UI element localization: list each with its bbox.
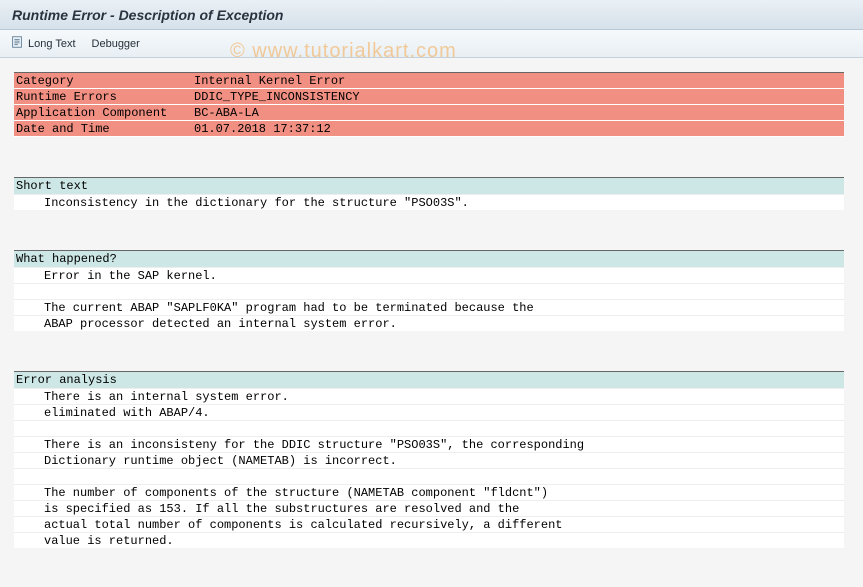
section-line: There is an inconsisteny for the DDIC st… <box>14 436 844 452</box>
section-line: Error in the SAP kernel. <box>14 267 844 283</box>
header-row: CategoryInternal Kernel Error <box>14 73 844 89</box>
section-line: ABAP processor detected an internal syst… <box>14 315 844 331</box>
section-line: Dictionary runtime object (NAMETAB) is i… <box>14 452 844 468</box>
section-line: is specified as 153. If all the substruc… <box>14 500 844 516</box>
section-line: The current ABAP "SAPLF0KA" program had … <box>14 299 844 315</box>
header-row: Runtime ErrorsDDIC_TYPE_INCONSISTENCY <box>14 89 844 105</box>
section-body: Error in the SAP kernel. The current ABAP… <box>14 267 844 331</box>
header-label: Date and Time <box>14 121 194 136</box>
section-line: The number of components of the structur… <box>14 484 844 500</box>
section-line: Inconsistency in the dictionary for the … <box>14 194 844 210</box>
section-line: value is returned. <box>14 532 844 548</box>
debugger-button[interactable]: Debugger <box>92 38 140 50</box>
section-line: eliminated with ABAP/4. <box>14 404 844 420</box>
header-row: Date and Time01.07.2018 17:37:12 <box>14 121 844 137</box>
header-label: Category <box>14 73 194 88</box>
section-line <box>14 283 844 299</box>
section: Short textInconsistency in the dictionar… <box>14 177 844 210</box>
document-icon <box>10 35 24 52</box>
toolbar: Long Text Debugger <box>0 30 863 58</box>
section: Error analysisThere is an internal syste… <box>14 371 844 548</box>
header-value: DDIC_TYPE_INCONSISTENCY <box>194 89 844 104</box>
header-value: BC-ABA-LA <box>194 105 844 120</box>
section-header: What happened? <box>14 251 844 267</box>
header-label: Runtime Errors <box>14 89 194 104</box>
page-title: Runtime Error - Description of Exception <box>12 7 283 23</box>
section-body: Inconsistency in the dictionary for the … <box>14 194 844 210</box>
content-area: CategoryInternal Kernel ErrorRuntime Err… <box>0 58 863 548</box>
header-value: 01.07.2018 17:37:12 <box>194 121 844 136</box>
section-header: Error analysis <box>14 372 844 388</box>
section-line: actual total number of components is cal… <box>14 516 844 532</box>
section-line <box>14 468 844 484</box>
section-line <box>14 420 844 436</box>
section-line: There is an internal system error. <box>14 388 844 404</box>
error-header-table: CategoryInternal Kernel ErrorRuntime Err… <box>14 72 844 137</box>
section-header: Short text <box>14 178 844 194</box>
title-bar: Runtime Error - Description of Exception <box>0 0 863 30</box>
debugger-label: Debugger <box>92 38 140 50</box>
section: What happened?Error in the SAP kernel. Th… <box>14 250 844 331</box>
header-row: Application ComponentBC-ABA-LA <box>14 105 844 121</box>
section-body: There is an internal system error.elimin… <box>14 388 844 548</box>
long-text-label: Long Text <box>28 38 76 50</box>
header-label: Application Component <box>14 105 194 120</box>
header-value: Internal Kernel Error <box>194 73 844 88</box>
long-text-button[interactable]: Long Text <box>10 35 76 52</box>
